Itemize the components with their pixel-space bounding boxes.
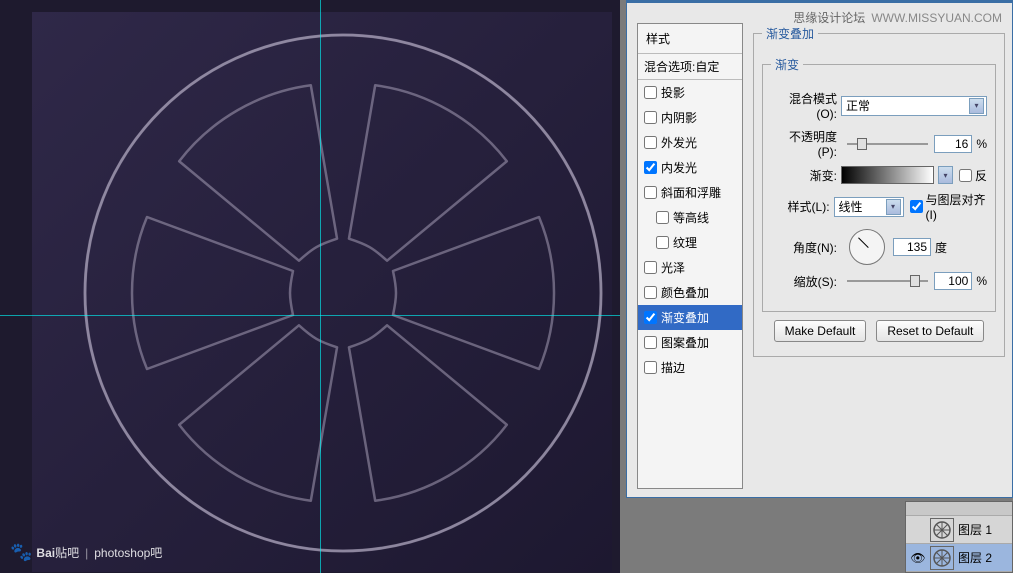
style-item-5[interactable]: 等高线 [638, 205, 742, 230]
layer-thumbnail [930, 518, 954, 542]
visibility-icon[interactable]: 👁 [910, 551, 926, 565]
blending-options-row[interactable]: 混合选项:自定 [638, 54, 742, 79]
styles-list-panel: 样式 混合选项:自定 投影内阴影外发光内发光斜面和浮雕等高线纹理光泽颜色叠加渐变… [637, 23, 743, 489]
style-checkbox[interactable] [644, 136, 657, 149]
style-item-11[interactable]: 描边 [638, 355, 742, 380]
scale-slider[interactable] [847, 280, 928, 282]
wheel-shape [76, 26, 610, 560]
style-checkbox[interactable] [656, 236, 669, 249]
scale-label: 缩放(S): [771, 273, 841, 290]
style-item-4[interactable]: 斜面和浮雕 [638, 180, 742, 205]
style-checkbox[interactable] [644, 286, 657, 299]
gradient-swatch[interactable] [841, 166, 934, 184]
layer-name: 图层 2 [958, 549, 992, 566]
styles-title: 样式 [638, 24, 742, 53]
style-checkbox[interactable] [644, 336, 657, 349]
style-item-9[interactable]: 渐变叠加 [638, 305, 742, 330]
style-item-7[interactable]: 光泽 [638, 255, 742, 280]
blend-mode-label: 混合模式(O): [771, 90, 841, 121]
chevron-down-icon: ▾ [969, 98, 984, 114]
gradient-overlay-settings: 渐变叠加 渐变 混合模式(O): 正常 ▾ 不透明度(P): 16 % [751, 23, 1007, 359]
style-item-8[interactable]: 颜色叠加 [638, 280, 742, 305]
style-checkbox[interactable] [644, 86, 657, 99]
style-item-10[interactable]: 图案叠加 [638, 330, 742, 355]
style-checkbox[interactable] [644, 261, 657, 274]
gradient-group-label: 渐变 [771, 56, 803, 73]
angle-dial[interactable] [849, 229, 885, 265]
opacity-slider[interactable] [847, 143, 928, 145]
layer-row[interactable]: 图层 1 [906, 516, 1012, 544]
opacity-input[interactable]: 16 [934, 135, 972, 153]
guide-horizontal[interactable] [0, 315, 620, 316]
gradient-label: 渐变: [771, 167, 841, 184]
watermark: 🐾 Bai贴吧 | photoshop吧 [10, 542, 162, 563]
style-checkbox[interactable] [644, 361, 657, 374]
layer-thumbnail [930, 546, 954, 570]
layer-name: 图层 1 [958, 521, 992, 538]
guide-vertical[interactable] [320, 0, 321, 573]
angle-input[interactable]: 135 [893, 238, 931, 256]
layer-row[interactable]: 👁 图层 2 [906, 544, 1012, 572]
angle-label: 角度(N): [771, 239, 841, 256]
reset-default-button[interactable]: Reset to Default [876, 320, 984, 342]
scale-input[interactable]: 100 [934, 272, 972, 290]
reverse-checkbox[interactable]: 反 [959, 167, 987, 184]
layers-panel: 图层 1 👁 图层 2 [905, 501, 1013, 573]
canvas-document[interactable] [32, 12, 612, 572]
canvas-area[interactable] [0, 0, 620, 573]
style-checkbox[interactable] [644, 186, 657, 199]
style-item-1[interactable]: 内阴影 [638, 105, 742, 130]
style-checkbox[interactable] [644, 161, 657, 174]
style-item-6[interactable]: 纹理 [638, 230, 742, 255]
chevron-down-icon[interactable]: ▾ [938, 166, 953, 184]
style-item-2[interactable]: 外发光 [638, 130, 742, 155]
style-checkbox[interactable] [656, 211, 669, 224]
layer-style-dialog: 思缘设计论坛 WWW.MISSYUAN.COM 样式 混合选项:自定 投影内阴影… [626, 0, 1013, 498]
style-checkbox[interactable] [644, 111, 657, 124]
style-item-0[interactable]: 投影 [638, 80, 742, 105]
style-item-3[interactable]: 内发光 [638, 155, 742, 180]
align-checkbox[interactable]: 与图层对齐(I) [910, 191, 987, 222]
style-checkbox[interactable] [644, 311, 657, 324]
blend-mode-select[interactable]: 正常 ▾ [841, 96, 987, 116]
opacity-label: 不透明度(P): [771, 128, 841, 159]
paw-icon: 🐾 [10, 542, 32, 563]
style-label: 样式(L): [771, 198, 834, 215]
section-title: 渐变叠加 [762, 25, 818, 42]
make-default-button[interactable]: Make Default [774, 320, 867, 342]
style-select[interactable]: 线性 ▾ [834, 197, 904, 217]
chevron-down-icon: ▾ [886, 199, 901, 215]
